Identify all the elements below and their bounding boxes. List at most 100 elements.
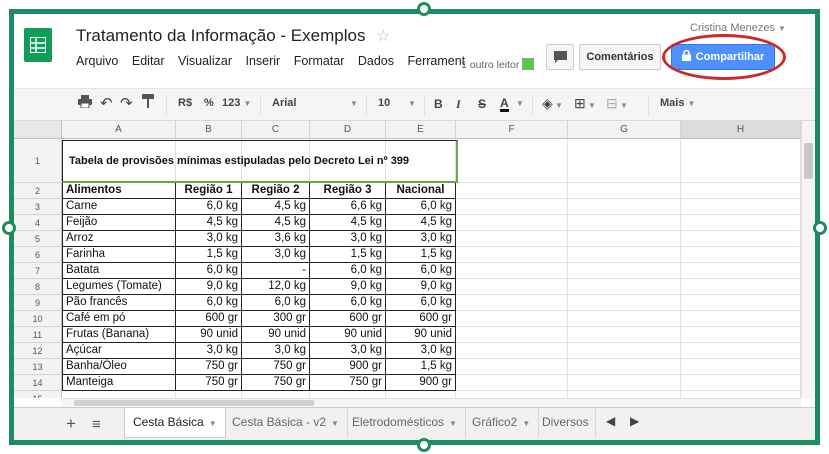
cell[interactable]	[456, 183, 568, 199]
cell[interactable]	[242, 391, 310, 398]
quantity-cell[interactable]: 600 gr	[310, 311, 386, 327]
cell[interactable]	[681, 215, 801, 231]
column-header-b[interactable]: B	[176, 121, 242, 139]
quantity-cell[interactable]: 900 gr	[386, 375, 456, 391]
cell[interactable]	[310, 391, 386, 398]
horizontal-scrollbar[interactable]	[62, 398, 801, 407]
star-icon[interactable]: ☆	[376, 26, 390, 46]
food-name-cell[interactable]: Açúcar	[62, 343, 176, 359]
viewers-indicator[interactable]: 1 outro leitor	[461, 58, 535, 71]
cell[interactable]	[681, 375, 801, 391]
quantity-cell[interactable]: 3,0 kg	[310, 343, 386, 359]
quantity-cell[interactable]: 6,0 kg	[176, 199, 242, 215]
chat-button[interactable]	[546, 44, 574, 70]
tab-grafico2[interactable]: Gráfico2 ▼	[464, 408, 540, 438]
row-header-14[interactable]: 14	[14, 375, 62, 391]
percent-button[interactable]: %	[204, 97, 214, 109]
cell[interactable]	[681, 183, 801, 199]
cell[interactable]	[456, 391, 568, 398]
text-color-button[interactable]: A	[500, 97, 509, 112]
cell[interactable]	[456, 139, 568, 183]
cell[interactable]	[568, 295, 681, 311]
strikethrough-button[interactable]: S	[478, 97, 486, 111]
cell[interactable]	[681, 247, 801, 263]
cell[interactable]	[456, 199, 568, 215]
comments-button[interactable]: Comentários	[579, 44, 661, 70]
quantity-cell[interactable]: 6,0 kg	[386, 263, 456, 279]
spreadsheet-grid[interactable]: ABCDEFGH123456789101112131415Tabela de p…	[14, 121, 815, 398]
quantity-cell[interactable]: 1,5 kg	[386, 359, 456, 375]
quantity-cell[interactable]: 9,0 kg	[386, 279, 456, 295]
food-name-cell[interactable]: Pão francês	[62, 295, 176, 311]
table-header-cell[interactable]: Região 3	[310, 183, 386, 199]
column-header-c[interactable]: C	[242, 121, 310, 139]
cell[interactable]	[568, 199, 681, 215]
quantity-cell[interactable]: 4,5 kg	[242, 199, 310, 215]
cell[interactable]	[456, 359, 568, 375]
print-icon[interactable]	[78, 95, 92, 111]
tab-diversos[interactable]: Diversos	[534, 408, 596, 438]
cell[interactable]	[568, 139, 681, 183]
quantity-cell[interactable]: 900 gr	[310, 359, 386, 375]
quantity-cell[interactable]: 6,0 kg	[386, 295, 456, 311]
cell[interactable]	[681, 263, 801, 279]
food-name-cell[interactable]: Farinha	[62, 247, 176, 263]
cell[interactable]	[386, 391, 456, 398]
number-format-dropdown[interactable]: 123 ▼	[222, 97, 251, 109]
cell[interactable]	[681, 295, 801, 311]
table-header-cell[interactable]: Nacional	[386, 183, 456, 199]
food-name-cell[interactable]: Carne	[62, 199, 176, 215]
select-all-corner[interactable]	[14, 121, 62, 139]
quantity-cell[interactable]: 750 gr	[176, 359, 242, 375]
tab-eletrodomesticos[interactable]: Eletrodomésticos ▼	[344, 408, 466, 438]
cell[interactable]	[456, 263, 568, 279]
cell[interactable]	[456, 327, 568, 343]
cell[interactable]	[456, 247, 568, 263]
quantity-cell[interactable]: 6,0 kg	[176, 295, 242, 311]
quantity-cell[interactable]: 1,5 kg	[310, 247, 386, 263]
cell[interactable]	[568, 247, 681, 263]
food-name-cell[interactable]: Batata	[62, 263, 176, 279]
quantity-cell[interactable]: 3,0 kg	[386, 231, 456, 247]
row-header-6[interactable]: 6	[14, 247, 62, 263]
borders-icon[interactable]: ⊞ ▼	[574, 95, 596, 112]
scroll-tabs-left-icon[interactable]: ◀	[606, 414, 615, 428]
cell[interactable]	[62, 391, 176, 398]
cell[interactable]	[681, 359, 801, 375]
cell[interactable]	[681, 199, 801, 215]
quantity-cell[interactable]: 9,0 kg	[310, 279, 386, 295]
quantity-cell[interactable]: 600 gr	[386, 311, 456, 327]
quantity-cell[interactable]: 3,0 kg	[242, 343, 310, 359]
scroll-tabs-right-icon[interactable]: ▶	[630, 414, 639, 428]
quantity-cell[interactable]: 90 unid	[386, 327, 456, 343]
currency-button[interactable]: R$	[178, 97, 192, 109]
menu-formatar[interactable]: Formatar	[294, 54, 345, 68]
cell[interactable]	[681, 311, 801, 327]
italic-button[interactable]: I	[456, 97, 461, 112]
quantity-cell[interactable]: 750 gr	[176, 375, 242, 391]
menu-inserir[interactable]: Inserir	[245, 54, 280, 68]
quantity-cell[interactable]: 90 unid	[176, 327, 242, 343]
quantity-cell[interactable]: 3,0 kg	[242, 247, 310, 263]
row-header-15[interactable]: 15	[14, 391, 62, 398]
resize-handle-right[interactable]	[813, 221, 827, 235]
horizontal-scroll-thumb[interactable]	[74, 400, 314, 406]
quantity-cell[interactable]: 4,5 kg	[386, 215, 456, 231]
vertical-scrollbar[interactable]	[801, 121, 815, 398]
cell[interactable]	[176, 391, 242, 398]
row-header-13[interactable]: 13	[14, 359, 62, 375]
cell[interactable]	[568, 215, 681, 231]
food-name-cell[interactable]: Manteiga	[62, 375, 176, 391]
cell[interactable]	[568, 343, 681, 359]
resize-handle-bottom[interactable]	[417, 438, 431, 452]
column-header-a[interactable]: A	[62, 121, 176, 139]
quantity-cell[interactable]: 4,5 kg	[242, 215, 310, 231]
quantity-cell[interactable]: 3,0 kg	[176, 343, 242, 359]
quantity-cell[interactable]: 6,0 kg	[386, 199, 456, 215]
cell[interactable]	[681, 231, 801, 247]
food-name-cell[interactable]: Feijão	[62, 215, 176, 231]
column-header-g[interactable]: G	[568, 121, 681, 139]
row-header-5[interactable]: 5	[14, 231, 62, 247]
quantity-cell[interactable]: 9,0 kg	[176, 279, 242, 295]
cell[interactable]	[456, 311, 568, 327]
